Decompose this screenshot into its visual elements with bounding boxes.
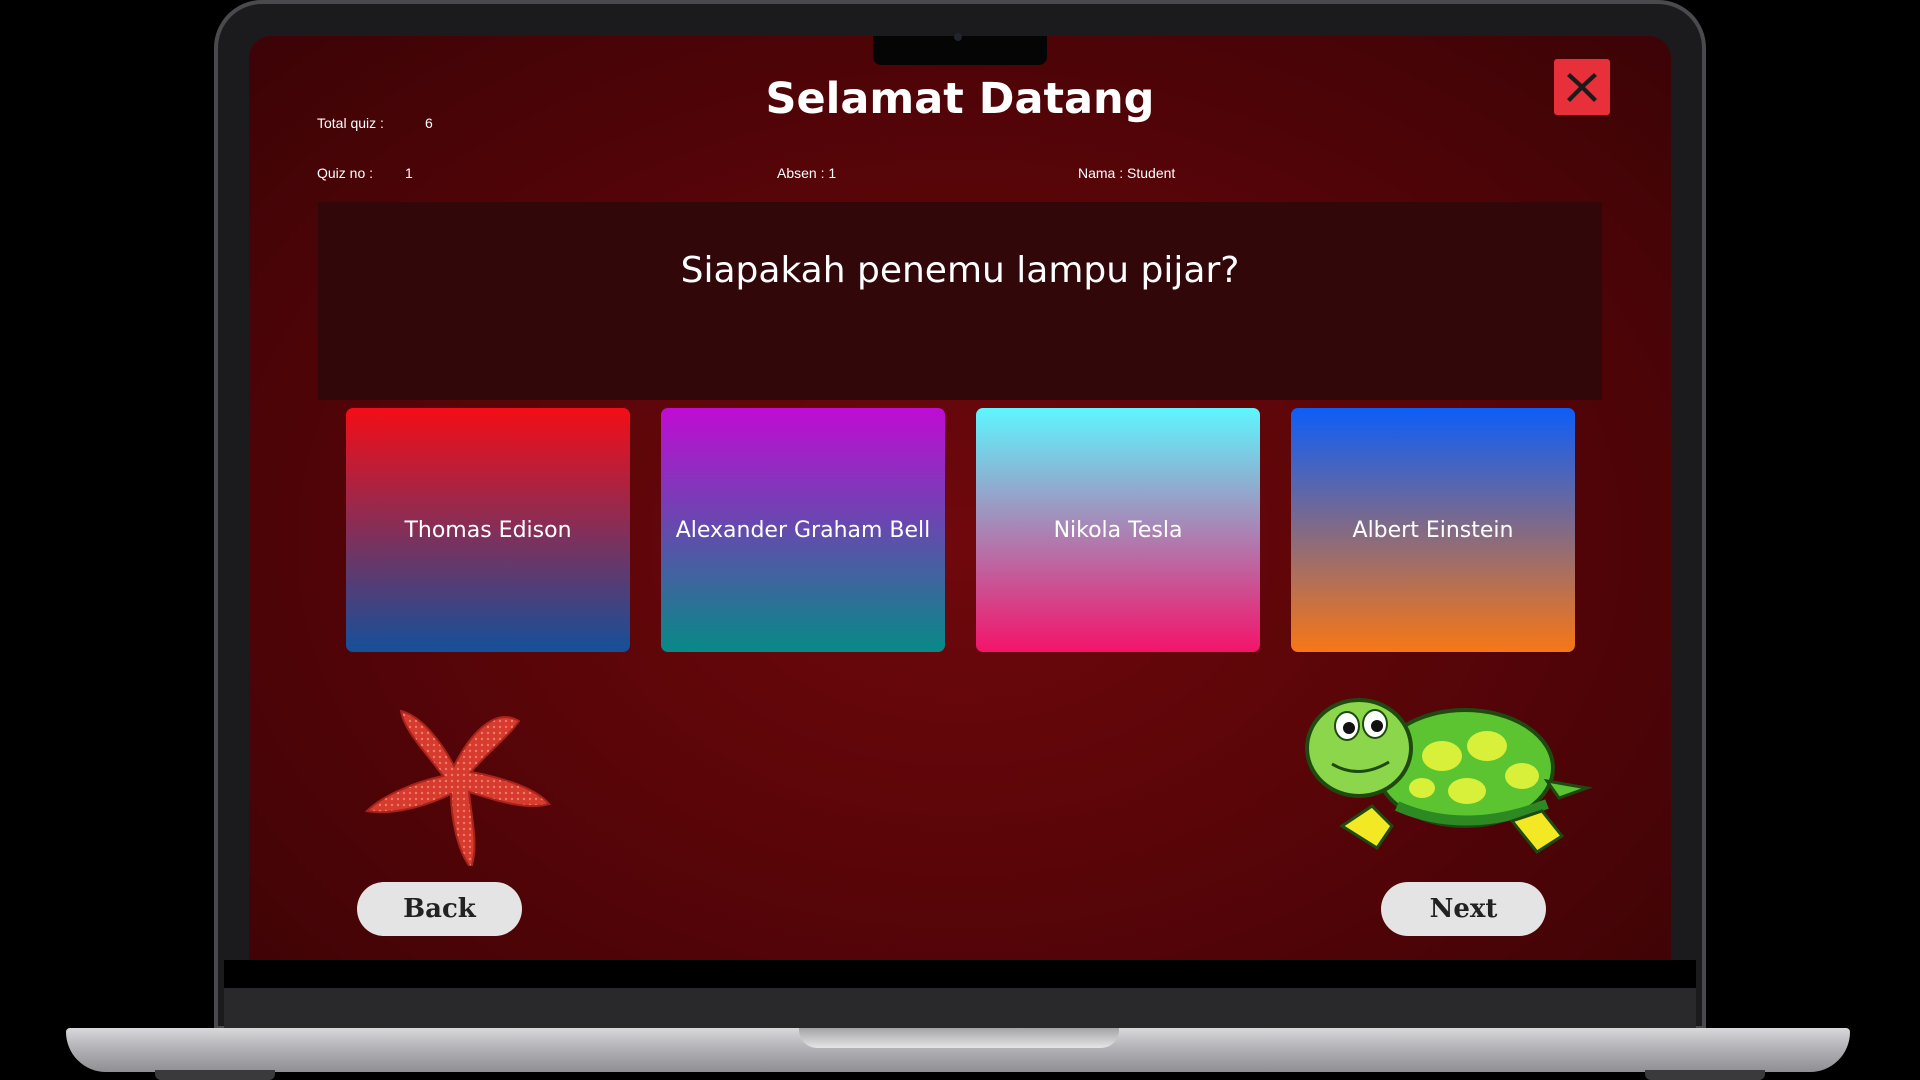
camera-icon [954,33,962,41]
quiz-no-label: Quiz no : [317,165,374,181]
question-panel: Siapakah penemu lampu pijar? [318,202,1602,400]
laptop-base-notch [799,1028,1119,1048]
answer-option-2[interactable]: Alexander Graham Bell [661,408,945,652]
answer-option-label: Thomas Edison [404,517,572,543]
answer-option-4[interactable]: Albert Einstein [1291,408,1575,652]
laptop-foot-right [1645,1070,1765,1080]
question-text: Siapakah penemu lampu pijar? [680,250,1240,291]
page-title: Selamat Datang [765,74,1155,124]
app-screen: Selamat Datang Total quiz : 6 Quiz no : … [249,36,1671,960]
laptop-hinge [224,988,1696,1028]
close-button[interactable] [1554,59,1610,115]
screen-bezel [224,960,1696,988]
close-x-icon [1567,73,1597,102]
next-button[interactable]: Next [1381,882,1546,936]
turtle-illustration [1305,698,1593,854]
laptop-foot-left [155,1070,275,1080]
absen-text: Absen : 1 [777,165,837,181]
answer-option-label: Albert Einstein [1352,517,1514,543]
answer-option-1[interactable]: Thomas Edison [346,408,630,652]
quiz-no-value: 1 [405,165,413,181]
back-button[interactable]: Back [357,882,522,936]
answer-option-label: Alexander Graham Bell [675,517,931,543]
nama-text: Nama : Student [1078,165,1176,181]
starfish-illustration [364,709,551,866]
total-quiz-value: 6 [425,115,433,131]
answer-option-label: Nikola Tesla [1053,517,1183,543]
answer-option-3[interactable]: Nikola Tesla [976,408,1260,652]
total-quiz-label: Total quiz : [317,115,384,131]
